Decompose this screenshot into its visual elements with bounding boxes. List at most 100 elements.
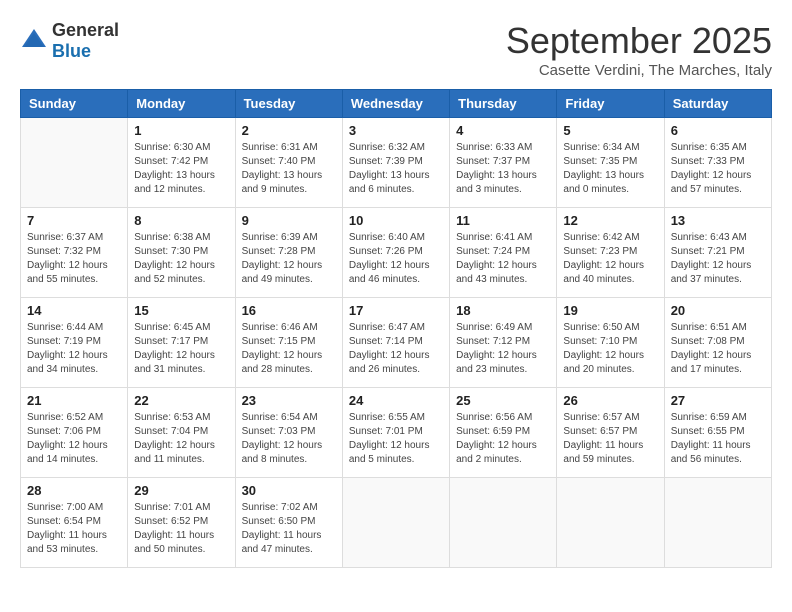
calendar-cell: 24 Sunrise: 6:55 AM Sunset: 7:01 PM Dayli… xyxy=(342,388,449,478)
logo-text: General Blue xyxy=(52,20,119,62)
day-info: Sunrise: 7:01 AM Sunset: 6:52 PM Dayligh… xyxy=(134,501,228,557)
day-number: 23 xyxy=(242,393,336,408)
calendar-week-3: 14 Sunrise: 6:44 AM Sunset: 7:19 PM Dayli… xyxy=(21,298,772,388)
day-info: Sunrise: 6:33 AM Sunset: 7:37 PM Dayligh… xyxy=(456,141,550,197)
calendar-week-2: 7 Sunrise: 6:37 AM Sunset: 7:32 PM Daylig… xyxy=(21,208,772,298)
calendar-cell: 3Sunrise: 6:32 AM Sunset: 7:39 PM Daylig… xyxy=(342,118,449,208)
calendar-cell: 1 Sunrise: 6:30 AM Sunset: 7:42 PM Daylig… xyxy=(128,118,235,208)
month-title: September 2025 xyxy=(506,20,772,62)
calendar-cell: 8 Sunrise: 6:38 AM Sunset: 7:30 PM Daylig… xyxy=(128,208,235,298)
day-info: Sunrise: 7:00 AM Sunset: 6:54 PM Dayligh… xyxy=(27,501,121,557)
day-number: 19 xyxy=(563,303,657,318)
day-info: Sunrise: 6:40 AM Sunset: 7:26 PM Dayligh… xyxy=(349,231,443,287)
day-number: 30 xyxy=(242,483,336,498)
day-info: Sunrise: 6:37 AM Sunset: 7:32 PM Dayligh… xyxy=(27,231,121,287)
calendar-cell: 25 Sunrise: 6:56 AM Sunset: 6:59 PM Dayli… xyxy=(450,388,557,478)
day-info: Sunrise: 6:30 AM Sunset: 7:42 PM Dayligh… xyxy=(134,141,228,197)
day-info: Sunrise: 6:42 AM Sunset: 7:23 PM Dayligh… xyxy=(563,231,657,287)
day-number: 29 xyxy=(134,483,228,498)
day-info: Sunrise: 6:55 AM Sunset: 7:01 PM Dayligh… xyxy=(349,411,443,467)
day-number: 4 xyxy=(456,123,550,138)
day-info: Sunrise: 6:49 AM Sunset: 7:12 PM Dayligh… xyxy=(456,321,550,377)
day-info: Sunrise: 6:34 AM Sunset: 7:35 PM Dayligh… xyxy=(563,141,657,197)
day-number: 25 xyxy=(456,393,550,408)
day-header-thursday: Thursday xyxy=(450,90,557,118)
calendar-cell: 14 Sunrise: 6:44 AM Sunset: 7:19 PM Dayli… xyxy=(21,298,128,388)
day-info: Sunrise: 6:35 AM Sunset: 7:33 PM Dayligh… xyxy=(671,141,765,197)
day-number: 16 xyxy=(242,303,336,318)
calendar-cell: 6 Sunrise: 6:35 AM Sunset: 7:33 PM Daylig… xyxy=(664,118,771,208)
day-number: 11 xyxy=(456,213,550,228)
day-header-friday: Friday xyxy=(557,90,664,118)
day-info: Sunrise: 6:50 AM Sunset: 7:10 PM Dayligh… xyxy=(563,321,657,377)
day-info: Sunrise: 6:31 AM Sunset: 7:40 PM Dayligh… xyxy=(242,141,336,197)
calendar-cell: 26 Sunrise: 6:57 AM Sunset: 6:57 PM Dayli… xyxy=(557,388,664,478)
day-header-sunday: Sunday xyxy=(21,90,128,118)
calendar-week-4: 21 Sunrise: 6:52 AM Sunset: 7:06 PM Dayli… xyxy=(21,388,772,478)
day-number: 21 xyxy=(27,393,121,408)
day-header-wednesday: Wednesday xyxy=(342,90,449,118)
day-info: Sunrise: 6:38 AM Sunset: 7:30 PM Dayligh… xyxy=(134,231,228,287)
day-number: 13 xyxy=(671,213,765,228)
calendar-cell xyxy=(664,478,771,568)
day-number: 17 xyxy=(349,303,443,318)
day-number: 24 xyxy=(349,393,443,408)
calendar-cell: 11 Sunrise: 6:41 AM Sunset: 7:24 PM Dayli… xyxy=(450,208,557,298)
day-info: Sunrise: 6:44 AM Sunset: 7:19 PM Dayligh… xyxy=(27,321,121,377)
day-number: 20 xyxy=(671,303,765,318)
day-info: Sunrise: 6:59 AM Sunset: 6:55 PM Dayligh… xyxy=(671,411,765,467)
calendar-week-1: 1 Sunrise: 6:30 AM Sunset: 7:42 PM Daylig… xyxy=(21,118,772,208)
logo-icon xyxy=(20,27,48,56)
day-number: 8 xyxy=(134,213,228,228)
day-number: 9 xyxy=(242,213,336,228)
day-info: Sunrise: 6:52 AM Sunset: 7:06 PM Dayligh… xyxy=(27,411,121,467)
day-info: Sunrise: 6:41 AM Sunset: 7:24 PM Dayligh… xyxy=(456,231,550,287)
day-info: Sunrise: 6:57 AM Sunset: 6:57 PM Dayligh… xyxy=(563,411,657,467)
title-section: September 2025 Casette Verdini, The Marc… xyxy=(506,20,772,79)
calendar-cell: 9Sunrise: 6:39 AM Sunset: 7:28 PM Daylig… xyxy=(235,208,342,298)
day-info: Sunrise: 6:47 AM Sunset: 7:14 PM Dayligh… xyxy=(349,321,443,377)
day-number: 26 xyxy=(563,393,657,408)
calendar-cell: 4 Sunrise: 6:33 AM Sunset: 7:37 PM Daylig… xyxy=(450,118,557,208)
calendar-cell: 12 Sunrise: 6:42 AM Sunset: 7:23 PM Dayli… xyxy=(557,208,664,298)
day-number: 28 xyxy=(27,483,121,498)
day-number: 2 xyxy=(242,123,336,138)
calendar-cell: 18 Sunrise: 6:49 AM Sunset: 7:12 PM Dayli… xyxy=(450,298,557,388)
calendar-cell: 28 Sunrise: 7:00 AM Sunset: 6:54 PM Dayli… xyxy=(21,478,128,568)
day-info: Sunrise: 6:32 AM Sunset: 7:39 PM Dayligh… xyxy=(349,141,443,197)
logo: General Blue xyxy=(20,20,119,62)
calendar-header-row: SundayMondayTuesdayWednesdayThursdayFrid… xyxy=(21,90,772,118)
calendar-cell: 20Sunrise: 6:51 AM Sunset: 7:08 PM Dayli… xyxy=(664,298,771,388)
day-number: 12 xyxy=(563,213,657,228)
calendar-cell xyxy=(557,478,664,568)
calendar-table: SundayMondayTuesdayWednesdayThursdayFrid… xyxy=(20,89,772,568)
calendar-cell xyxy=(21,118,128,208)
day-number: 1 xyxy=(134,123,228,138)
calendar-cell: 7 Sunrise: 6:37 AM Sunset: 7:32 PM Daylig… xyxy=(21,208,128,298)
day-number: 10 xyxy=(349,213,443,228)
calendar-cell: 2 Sunrise: 6:31 AM Sunset: 7:40 PM Daylig… xyxy=(235,118,342,208)
day-number: 6 xyxy=(671,123,765,138)
day-number: 27 xyxy=(671,393,765,408)
day-number: 22 xyxy=(134,393,228,408)
calendar-cell: 23 Sunrise: 6:54 AM Sunset: 7:03 PM Dayli… xyxy=(235,388,342,478)
day-number: 18 xyxy=(456,303,550,318)
day-info: Sunrise: 6:56 AM Sunset: 6:59 PM Dayligh… xyxy=(456,411,550,467)
day-number: 7 xyxy=(27,213,121,228)
calendar-cell xyxy=(342,478,449,568)
day-header-monday: Monday xyxy=(128,90,235,118)
day-number: 15 xyxy=(134,303,228,318)
calendar-week-5: 28 Sunrise: 7:00 AM Sunset: 6:54 PM Dayli… xyxy=(21,478,772,568)
day-number: 14 xyxy=(27,303,121,318)
day-info: Sunrise: 6:54 AM Sunset: 7:03 PM Dayligh… xyxy=(242,411,336,467)
calendar-cell: 30 Sunrise: 7:02 AM Sunset: 6:50 PM Dayli… xyxy=(235,478,342,568)
calendar-cell: 27 Sunrise: 6:59 AM Sunset: 6:55 PM Dayli… xyxy=(664,388,771,478)
calendar-cell: 5Sunrise: 6:34 AM Sunset: 7:35 PM Daylig… xyxy=(557,118,664,208)
day-header-tuesday: Tuesday xyxy=(235,90,342,118)
day-info: Sunrise: 7:02 AM Sunset: 6:50 PM Dayligh… xyxy=(242,501,336,557)
location: Casette Verdini, The Marches, Italy xyxy=(506,62,772,79)
day-header-saturday: Saturday xyxy=(664,90,771,118)
calendar-cell: 16Sunrise: 6:46 AM Sunset: 7:15 PM Dayli… xyxy=(235,298,342,388)
calendar-cell: 21 Sunrise: 6:52 AM Sunset: 7:06 PM Dayli… xyxy=(21,388,128,478)
day-info: Sunrise: 6:43 AM Sunset: 7:21 PM Dayligh… xyxy=(671,231,765,287)
